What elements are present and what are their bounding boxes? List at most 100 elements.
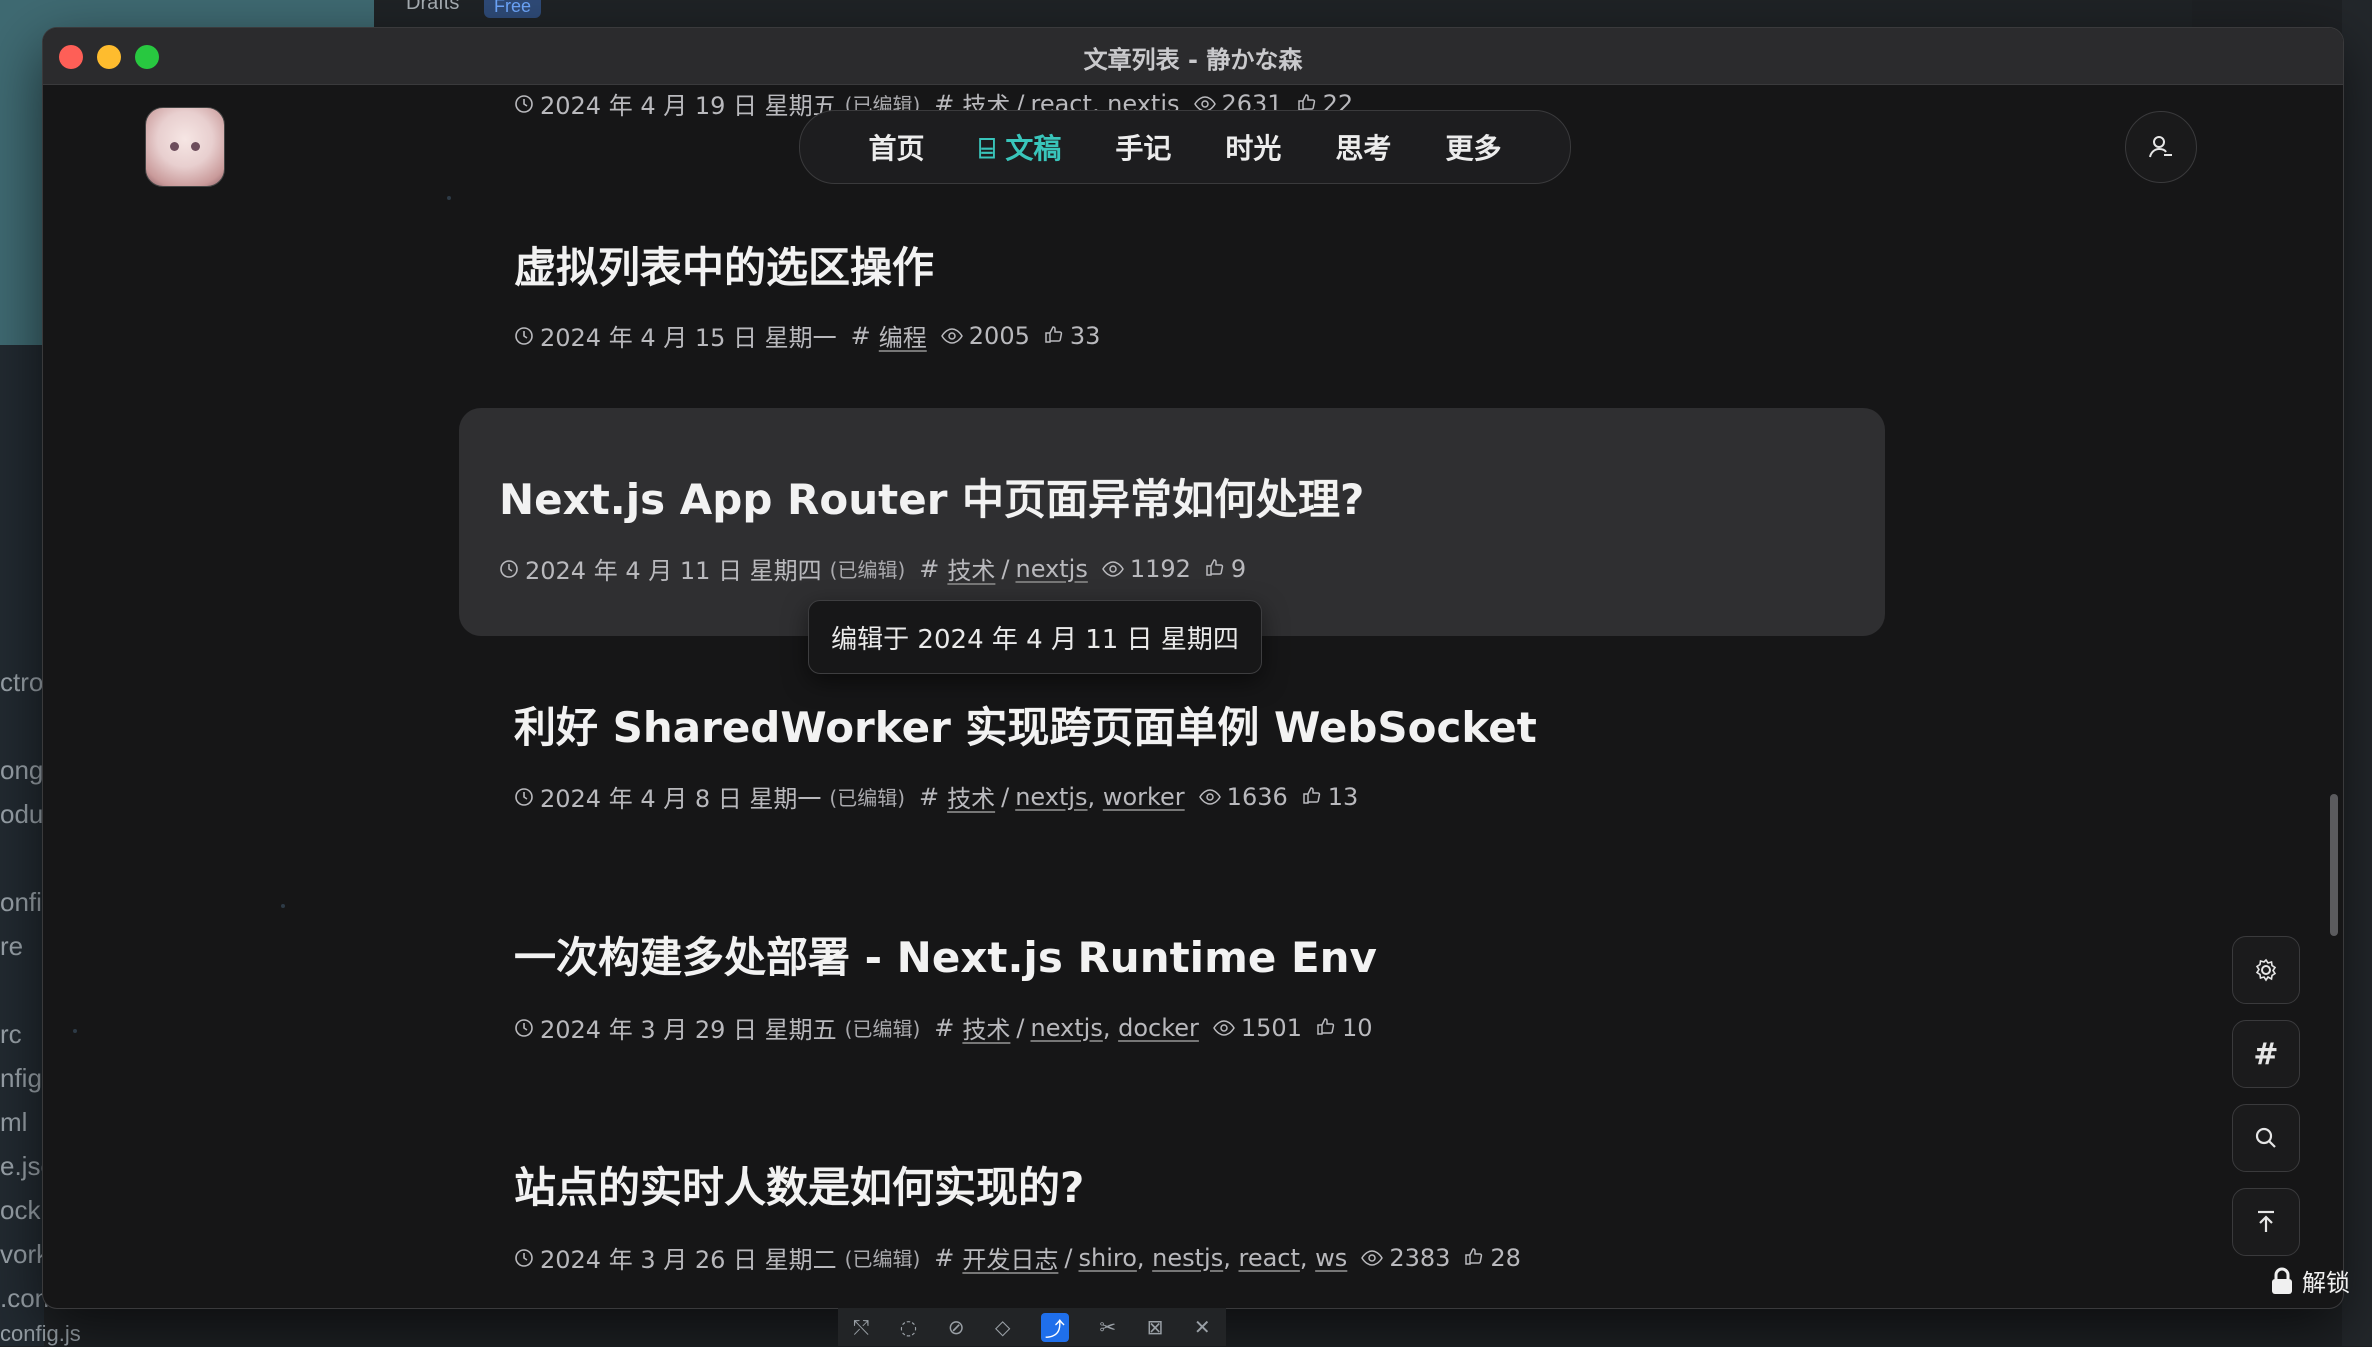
edited-tooltip: 编辑于 2024 年 4 月 11 日 星期四 [808,600,1262,674]
tag-comma: , [1136,1243,1153,1272]
bottom-toolbar: ⤲ ◌ ⊘ ◇ ⤴ ✂ ⊠ ✕ [838,1308,1226,1346]
login-button[interactable] [2125,111,2197,183]
eye-icon [1361,1244,1384,1272]
sidebar-fragment: .con [0,1283,50,1313]
post-date: 2024 年 4 月 15 日 星期一 [540,324,837,352]
tool-icon[interactable]: ⊘ [948,1315,965,1339]
post-edited-badge[interactable]: (已编辑) [845,1013,921,1042]
hash-icon: # [934,1013,955,1042]
post-likes: 10 [1341,1013,1373,1042]
tag-comma: , [1299,1243,1316,1272]
tags-button[interactable]: # [2232,1020,2300,1088]
posts-icon: ⌸ [978,132,996,165]
sidebar-fragment: ong [0,755,44,785]
nav-item-thinking[interactable]: 思考 [1308,127,1418,167]
sidebar-fragment: config.js [0,1321,81,1346]
post-views: 1501 [1240,1013,1302,1042]
tool-icon[interactable]: ◌ [900,1315,917,1339]
thumbs-up-icon [1205,555,1225,583]
post-date: 2024 年 4 月 8 日 星期一 [540,785,822,813]
post-tag[interactable]: ws [1315,1244,1347,1272]
post-edited-badge[interactable]: (已编辑) [830,554,906,583]
post-title[interactable]: 利好 SharedWorker 实现跨页面单例 WebSocket [514,694,1537,755]
page-content: 2024 年 4 月 19 日 星期五 (已编辑) # 技术 / react, … [43,84,2343,1308]
tag-comma: , [1102,1013,1119,1042]
eye-icon [940,322,963,350]
post-meta: 2024 年 3 月 29 日 星期五 (已编辑) # 技术 / nextjs,… [514,1010,1373,1045]
unlock-button[interactable]: 解锁 [2270,1263,2350,1298]
sidebar-fragment: rc [0,1019,22,1049]
back-to-top-button[interactable] [2232,1188,2300,1256]
post-meta: 2024 年 4 月 8 日 星期一 (已编辑) # 技术 / nextjs, … [514,779,1358,814]
thumbs-up-icon [1302,783,1322,811]
post-tag[interactable]: nextjs [1015,555,1087,583]
hash-icon: # [919,554,940,583]
hash-icon: # [919,782,940,811]
clock-icon [514,787,534,807]
separator: / [1001,782,1010,811]
post-tag[interactable]: nextjs [1030,1014,1102,1042]
post-category[interactable]: 编程 [879,324,927,352]
settings-button[interactable] [2232,936,2300,1004]
nav-item-home[interactable]: 首页 [842,127,952,167]
post-likes: 33 [1069,321,1101,350]
tool-icon-active[interactable]: ⤴ [1040,1312,1069,1342]
nav-item-posts[interactable]: ⌸ 文稿 [952,127,1089,167]
post-tag[interactable]: shiro [1078,1244,1136,1272]
post-tag[interactable]: nextjs [1015,783,1087,811]
tool-icon[interactable]: ⤲ [853,1315,869,1339]
nav-item-timeline[interactable]: 时光 [1198,127,1308,167]
post-title[interactable]: Next.js App Router 中页面异常如何处理? [499,466,1364,527]
thumbs-up-icon [1044,322,1064,350]
post-tag[interactable]: nestjs [1152,1244,1223,1272]
post-views: 2383 [1389,1243,1451,1272]
separator: / [1016,1013,1025,1042]
nav-item-more[interactable]: 更多 [1418,127,1528,167]
sidebar-fragment: vork [0,1239,50,1269]
clock-icon [514,94,534,114]
eye-icon [1198,783,1221,811]
post-date: 2024 年 4 月 11 日 星期四 [525,557,822,585]
site-avatar[interactable] [145,107,225,187]
tag-comma: , [1223,1243,1239,1272]
post-meta: 2024 年 4 月 11 日 星期四 (已编辑) # 技术 / nextjs … [499,551,1246,586]
post-likes: 13 [1327,782,1359,811]
tag-comma: , [1087,782,1103,811]
post-edited-badge[interactable]: (已编辑) [845,1243,921,1272]
post-title[interactable]: 虚拟列表中的选区操作 [514,234,934,295]
post-tag[interactable]: react [1238,1244,1299,1272]
avatar-eye [170,142,179,151]
nav-item-notes[interactable]: 手记 [1088,127,1198,167]
sidebar-fragment: ctro [0,667,44,697]
scrollbar-thumb[interactable] [2330,794,2338,936]
post-tag[interactable]: docker [1118,1014,1199,1042]
back-to-top-icon [2258,1210,2274,1232]
drafts-label: Drafts [406,0,460,14]
avatar-eye [191,142,200,151]
post-category[interactable]: 技术 [947,557,995,585]
sidebar-fragment: nfig [0,1063,42,1093]
thumbs-up-icon [1464,1244,1484,1272]
search-icon [2255,1127,2276,1148]
post-category[interactable]: 技术 [962,1016,1010,1044]
tool-icon[interactable]: ⊠ [1147,1315,1164,1339]
post-title[interactable]: 一次构建多处部署 - Next.js Runtime Env [514,924,1377,985]
background-dot [447,196,451,200]
post-likes: 9 [1230,554,1247,583]
user-icon [2149,136,2172,158]
post-title[interactable]: 站点的实时人数是如何实现的? [514,1154,1084,1215]
sidebar-fragment: odu [0,799,44,829]
eye-icon [1101,555,1124,583]
tool-icon[interactable]: ◇ [995,1315,1010,1339]
tool-icon[interactable]: ✂ [1099,1315,1116,1339]
separator: / [1064,1243,1073,1272]
post-views: 1636 [1226,782,1288,811]
post-category[interactable]: 技术 [947,785,995,813]
background-dot [73,1029,77,1033]
close-icon[interactable]: ✕ [1194,1315,1211,1339]
search-button[interactable] [2232,1104,2300,1172]
post-edited-badge[interactable]: (已编辑) [829,782,905,811]
post-category[interactable]: 开发日志 [962,1246,1058,1274]
nav-item-posts-label: 文稿 [1005,132,1062,165]
post-tag[interactable]: worker [1103,783,1185,811]
